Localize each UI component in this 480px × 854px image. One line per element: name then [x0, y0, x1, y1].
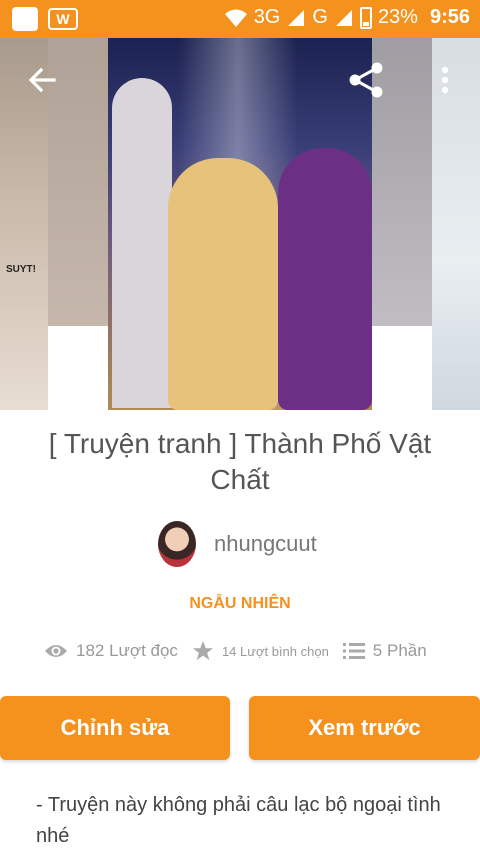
author-row[interactable]: nhungcuut	[158, 521, 317, 567]
story-stats: 182 Lượt đọc 14 Lượt bình chọn 5 Phần	[44, 640, 441, 662]
votes-count: 14 Lượt bình chọn	[221, 643, 329, 659]
signal-icon	[288, 9, 305, 26]
more-options-icon[interactable]	[430, 64, 460, 96]
edit-button[interactable]: Chỉnh sửa	[0, 696, 230, 760]
star-icon	[192, 640, 214, 661]
parts-count[interactable]: 5 Phần	[373, 641, 427, 661]
preview-button[interactable]: Xem trước	[249, 696, 480, 760]
reads-stat: 182 Lượt đọc	[44, 641, 178, 661]
cover-carousel[interactable]: SUYT!	[0, 38, 480, 410]
author-name[interactable]: nhungcuut	[214, 531, 317, 557]
clock: 9:56	[429, 6, 470, 28]
list-icon	[342, 643, 365, 659]
story-title: [ Truyện tranh ] Thành Phố Vật Chất	[48, 428, 432, 495]
back-arrow-icon[interactable]	[24, 62, 60, 98]
genre-label[interactable]: NGẪU NHIÊN	[0, 595, 480, 613]
eye-icon	[45, 645, 67, 657]
story-cover-image[interactable]	[108, 38, 372, 410]
network-type: 3G	[253, 6, 281, 28]
app-square-icon	[12, 7, 38, 31]
share-icon[interactable]	[346, 60, 386, 100]
battery-icon	[359, 6, 372, 29]
battery-percent: 23%	[377, 6, 418, 28]
status-bar: W 3G G 23% 9:56	[0, 0, 480, 38]
parts-stat[interactable]: 5 Phần	[342, 641, 427, 661]
network-type-2: G	[312, 6, 328, 28]
story-description: - Truyện này không phải câu lạc bộ ngoại…	[36, 794, 441, 847]
signal-icon-2	[335, 9, 352, 26]
comic-text: SUYT!	[6, 264, 36, 275]
votes-stat: 14 Lượt bình chọn	[192, 640, 329, 662]
w-app-icon: W	[48, 8, 78, 30]
avatar[interactable]	[158, 521, 196, 567]
wifi-icon	[224, 9, 247, 27]
reads-count: 182 Lượt đọc	[76, 641, 178, 660]
